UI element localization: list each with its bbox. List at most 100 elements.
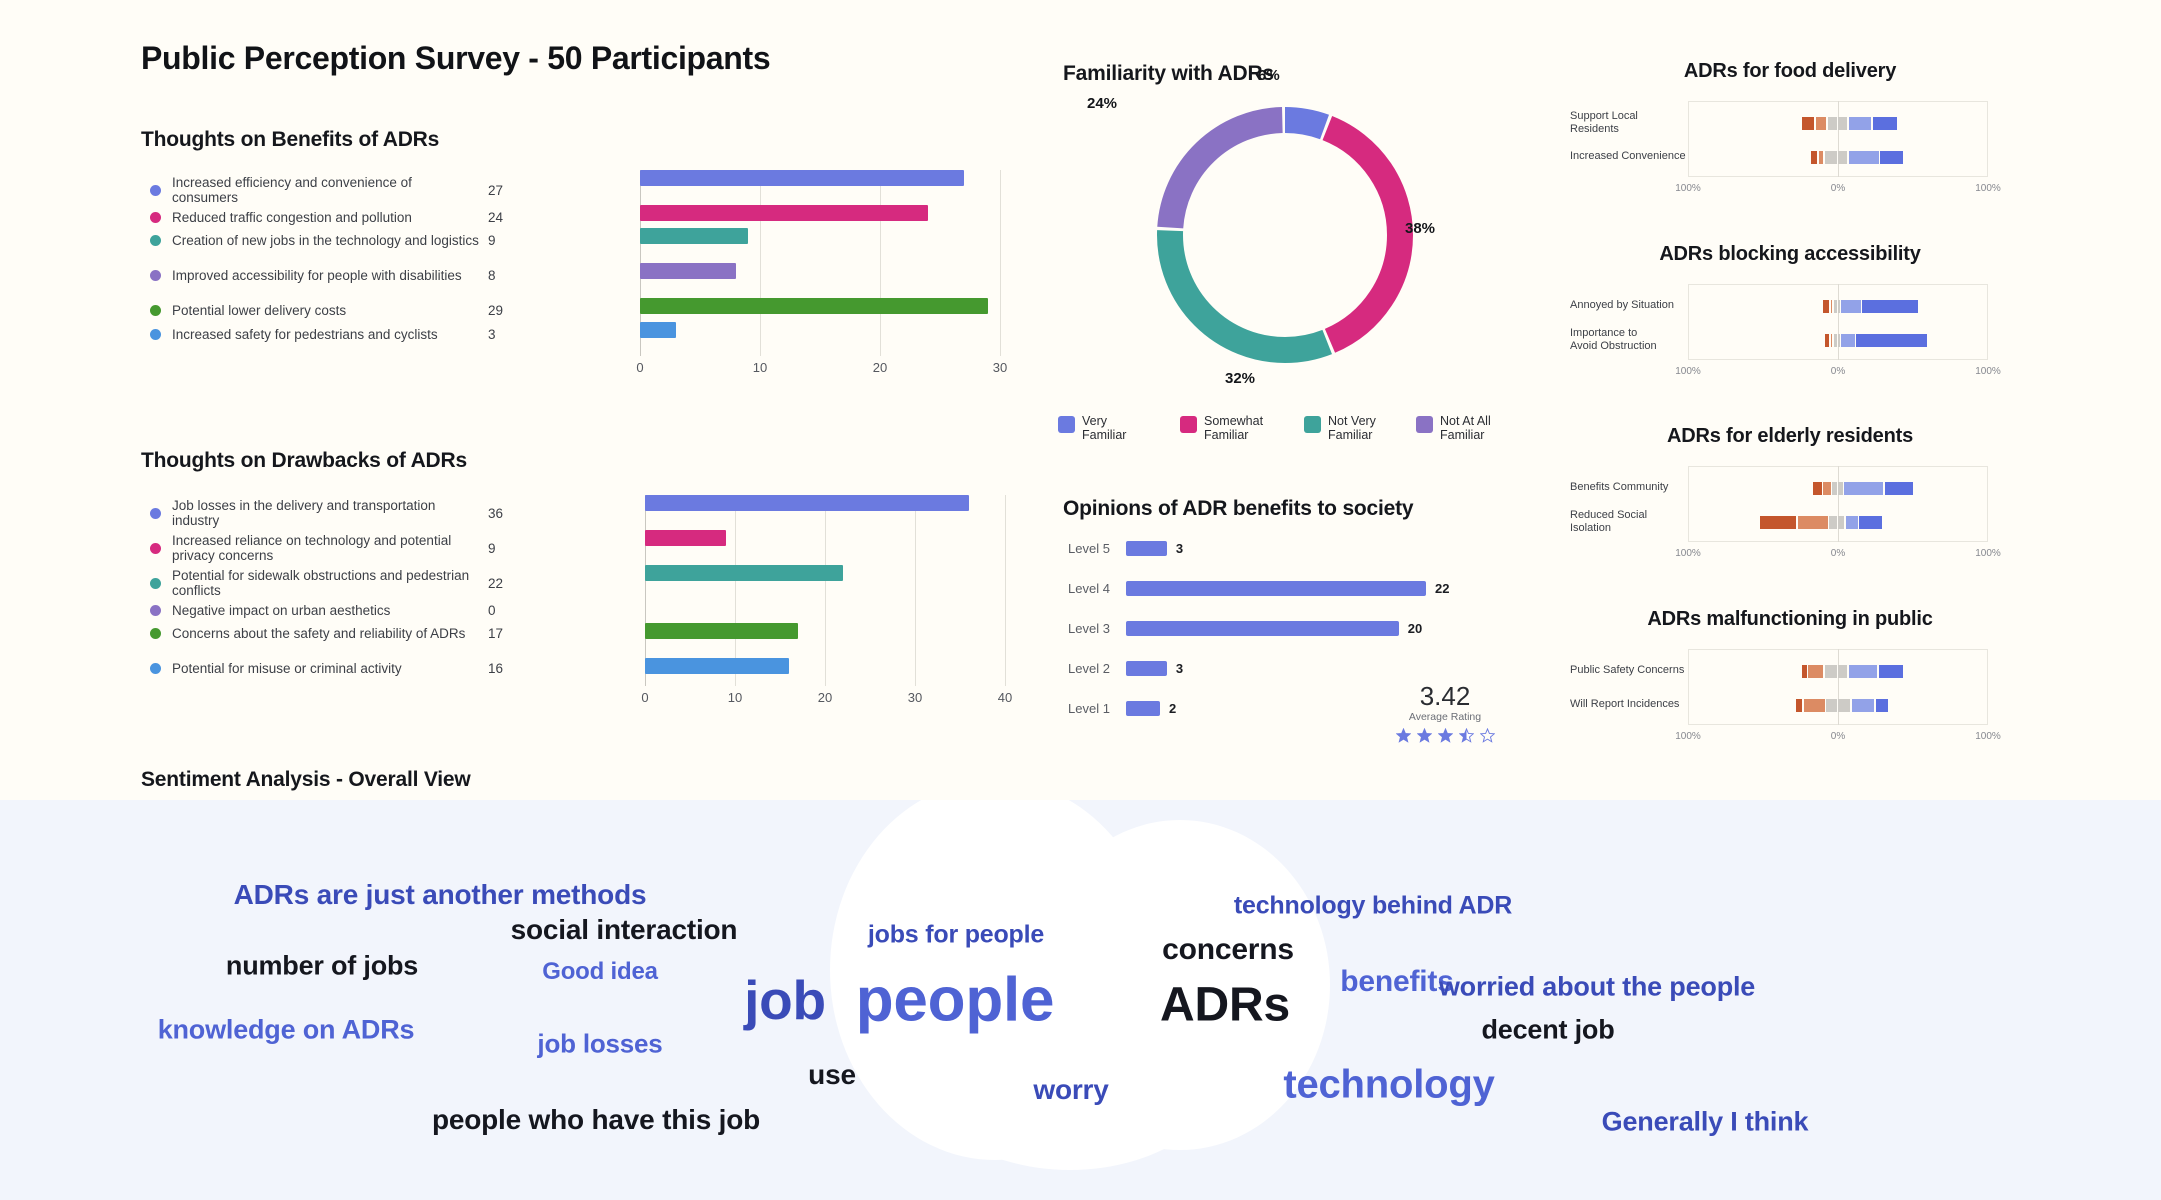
likert-segment-strongly-positive [1856, 334, 1927, 347]
level-value: 2 [1169, 701, 1177, 716]
bar [645, 495, 969, 511]
star-half-icon [1458, 728, 1474, 743]
likert-axis-label: 100% [1675, 548, 1701, 559]
level-bar [1126, 621, 1399, 636]
likert-segment-positive [1845, 516, 1858, 529]
likert-axis-label: 100% [1675, 183, 1701, 194]
likert-segment-neutral-left [1833, 300, 1837, 313]
likert-segment-strongly-negative [1824, 334, 1829, 347]
bullet-dot [150, 184, 161, 196]
likert-zero-line [1838, 649, 1839, 725]
cloud-word: job losses [537, 1028, 663, 1059]
list-item: Concerns about the safety and reliabilit… [150, 626, 530, 641]
likert-segment-strongly-negative [1802, 665, 1807, 678]
likert-segment-neutral-left [1827, 117, 1837, 130]
likert-segment-strongly-positive [1875, 699, 1888, 712]
bar-row [645, 658, 1005, 674]
likert-axis-label: 100% [1975, 366, 2001, 377]
list-item-value: 29 [488, 303, 504, 318]
list-item: Negative impact on urban aesthetics 0 [150, 603, 530, 618]
list-item: Increased efficiency and convenience of … [150, 175, 530, 205]
familiarity-title: Familiarity with ADRs [1063, 62, 1274, 85]
likert-panel-title: ADRs for elderly residents [1667, 425, 1913, 447]
bar-row [645, 623, 1005, 639]
bar-row [645, 530, 1005, 546]
likert-bar-row [1570, 117, 2010, 130]
grid-line [1000, 170, 1001, 356]
likert-zero-line [1838, 284, 1839, 360]
donut-label-not-at-all-familiar: 24% [1087, 95, 1118, 112]
likert-segment-neutral-left [1826, 699, 1837, 712]
level-label: Level 1 [1068, 701, 1110, 716]
level-value: 3 [1175, 541, 1184, 556]
likert-segment-strongly-negative [1823, 300, 1829, 313]
likert-zero-line [1838, 101, 1839, 177]
bar [645, 530, 726, 546]
likert-segment-strongly-positive [1880, 151, 1903, 164]
likert-axis-label: 0% [1830, 731, 1846, 742]
cloud-word: Generally I think [1601, 1106, 1809, 1137]
sentiment-word-cloud: ADRs are just another methods social inte… [0, 800, 2161, 1200]
opinions-title: Opinions of ADR benefits to society [1063, 497, 1414, 520]
bar [640, 322, 676, 338]
likert-segment-negative [1815, 117, 1826, 130]
list-item-value: 36 [488, 505, 504, 521]
likert-zero-line [1838, 466, 1839, 542]
likert-panel-elderly-residents: ADRs for elderly residents Benefits Commu… [1570, 425, 2010, 595]
likert-panel-food-delivery: ADRs for food delivery Support Local Resi… [1570, 60, 2010, 230]
likert-panel-title: ADRs malfunctioning in public [1647, 608, 1933, 630]
likert-segment-strongly-positive [1878, 665, 1903, 678]
likert-bar-row [1570, 334, 2010, 347]
likert-axis-label: 100% [1975, 731, 2001, 742]
cloud-word: people [855, 965, 1055, 1035]
axis-tick-label: 30 [907, 690, 923, 705]
likert-segment-strongly-positive [1859, 516, 1882, 529]
level-label: Level 4 [1068, 581, 1110, 596]
list-item: Reduced traffic congestion and pollution… [150, 210, 530, 225]
list-item: Potential for misuse or criminal activit… [150, 661, 530, 676]
likert-segment-neutral-left [1832, 482, 1837, 495]
list-item-value: 27 [488, 182, 504, 198]
list-item-label: Increased reliance on technology and pot… [172, 533, 452, 563]
x-axis: 0 10 20 30 [636, 356, 1007, 376]
cloud-word: people who have this job [431, 1104, 761, 1135]
cloud-word: job [744, 969, 826, 1031]
likert-segment-strongly-negative [1760, 516, 1796, 529]
likert-segment-neutral-right [1838, 699, 1850, 712]
cloud-word: number of jobs [225, 950, 419, 981]
likert-plot: Benefits Community Reduced Social Isolati… [1570, 462, 2010, 582]
level-bar [1126, 701, 1160, 716]
likert-axis-label: 100% [1975, 183, 2001, 194]
legend-item-label: Not Very Familiar [1328, 414, 1376, 442]
likert-axis-label: 100% [1975, 548, 2001, 559]
list-item-value: 3 [488, 327, 496, 342]
bullet-dot [150, 663, 161, 674]
likert-bar-row [1570, 300, 2010, 313]
list-item: Improved accessibility for people with d… [150, 268, 530, 283]
likert-panel-title: ADRs for food delivery [1683, 60, 1897, 82]
bullet-dot [150, 577, 161, 589]
bar [645, 623, 798, 639]
level-row: Level 1 2 [1068, 700, 1176, 717]
likert-segment-strongly-negative [1802, 117, 1814, 130]
level-label: Level 2 [1068, 661, 1110, 676]
likert-segment-neutral-right [1838, 482, 1843, 495]
likert-segment-positive [1841, 334, 1855, 347]
cloud-word: decent job [1481, 1014, 1615, 1045]
bullet-dot [150, 507, 161, 519]
cloud-word: worried about the people [1438, 971, 1756, 1002]
list-item-label: Creation of new jobs in the technology a… [172, 233, 479, 248]
likert-segment-neutral-right [1838, 334, 1840, 347]
list-item-value: 9 [488, 233, 496, 248]
list-item-label: Potential lower delivery costs [172, 303, 347, 318]
page-title: Public Perception Survey - 50 Participan… [141, 40, 771, 76]
legend-swatch [1416, 416, 1433, 433]
likert-segment-strongly-positive [1884, 482, 1913, 495]
average-rating-box: 3.42 Average Rating [1380, 682, 1510, 743]
likert-bar-row [1570, 151, 2010, 164]
dashboard-page: Public Perception Survey - 50 Participan… [0, 0, 2161, 1200]
list-item: Potential for sidewalk obstructions and … [150, 568, 530, 598]
likert-segment-negative [1818, 151, 1823, 164]
cloud-word: technology [1283, 1062, 1495, 1107]
likert-bar-row [1570, 665, 2010, 678]
